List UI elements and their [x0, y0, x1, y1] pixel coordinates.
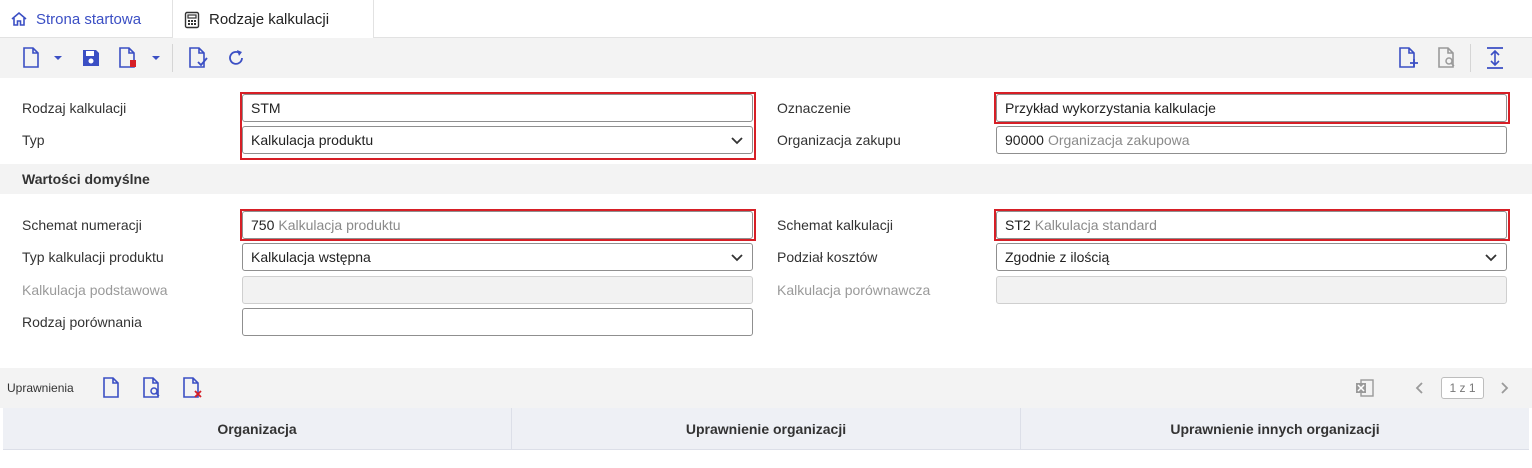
chevron-down-icon: [1485, 254, 1497, 262]
column-header-uprawnienie-organizacji[interactable]: Uprawnienie organizacji: [512, 408, 1021, 449]
add-document-icon: [1399, 47, 1418, 68]
home-icon: [11, 11, 27, 26]
column-header-organizacja[interactable]: Organizacja: [3, 408, 512, 449]
delete-document-icon: [183, 377, 202, 398]
expand-vertical-icon: [1487, 47, 1503, 69]
typ-kalkulacji-produktu-value: Kalkulacja wstępna: [251, 249, 371, 265]
new-button[interactable]: [20, 46, 64, 70]
label-kalkulacja-porownawcza: Kalkulacja porównawcza: [777, 282, 931, 298]
column-header-uprawnienie-innych-organizacji[interactable]: Uprawnienie innych organizacji: [1021, 408, 1529, 449]
validate-button[interactable]: [186, 46, 210, 70]
permissions-toolbar: Uprawnienia 1 z 1: [0, 368, 1532, 408]
label-rodzaj-kalkulacji: Rodzaj kalkulacji: [22, 100, 127, 116]
delete-button[interactable]: [116, 46, 162, 70]
podzial-kosztow-value: Zgodnie z ilością: [1005, 249, 1110, 265]
export-excel-button[interactable]: [1354, 376, 1376, 400]
preview-document-button[interactable]: [1435, 46, 1459, 70]
permissions-title: Uprawnienia: [7, 381, 74, 395]
new-document-icon: [23, 47, 62, 68]
organizacja-zakupu-code: 90000: [1005, 132, 1044, 148]
tab-active-label: Rodzaje kalkulacji: [209, 11, 330, 28]
highlight-box-schemat-kalkulacji: [994, 209, 1510, 241]
toolbar-separator: [172, 44, 173, 72]
label-kalkulacja-podstawowa: Kalkulacja podstawowa: [22, 282, 168, 298]
validate-icon: [189, 47, 208, 68]
refresh-button[interactable]: [225, 46, 247, 70]
pager-prev-button[interactable]: [1412, 376, 1428, 400]
podzial-kosztow-select[interactable]: Zgodnie z ilością: [996, 243, 1507, 271]
new-document-icon: [103, 377, 119, 398]
label-schemat-kalkulacji: Schemat kalkulacji: [777, 217, 893, 233]
label-schemat-numeracji: Schemat numeracji: [22, 217, 142, 233]
preview-document-icon: [1438, 47, 1455, 68]
refresh-icon: [229, 50, 243, 65]
highlight-box-oznaczenie: [994, 92, 1510, 124]
permission-delete-button[interactable]: [180, 376, 204, 400]
chevron-right-icon: [1501, 382, 1509, 394]
tab-bar: Strona startowa Rodzaje kalkulacji: [0, 0, 1532, 39]
tab-home-label: Strona startowa: [36, 10, 142, 28]
label-podzial-kosztow: Podział kosztów: [777, 249, 878, 265]
tab-home[interactable]: Strona startowa: [10, 0, 141, 38]
highlight-box-rodzaj-typ: [240, 92, 756, 160]
chevron-left-icon: [1415, 382, 1423, 394]
save-icon: [83, 50, 99, 66]
kalkulacja-porownawcza-input: [996, 276, 1507, 304]
pager-next-button[interactable]: [1496, 376, 1512, 400]
tab-rodzaje-kalkulacji[interactable]: Rodzaje kalkulacji: [172, 0, 374, 39]
label-organizacja-zakupu: Organizacja zakupu: [777, 132, 901, 148]
delete-document-icon: [119, 47, 160, 68]
typ-kalkulacji-produktu-select[interactable]: Kalkulacja wstępna: [242, 243, 753, 271]
permission-preview-button[interactable]: [140, 376, 164, 400]
expand-button[interactable]: [1484, 46, 1506, 70]
save-button[interactable]: [80, 46, 102, 70]
organizacja-zakupu-input[interactable]: 90000 Organizacja zakupowa: [996, 126, 1507, 154]
permissions-grid-header: Organizacja Uprawnienie organizacji Upra…: [3, 408, 1529, 450]
label-typ: Typ: [22, 132, 45, 148]
excel-icon: [1356, 379, 1374, 397]
organizacja-zakupu-desc: Organizacja zakupowa: [1047, 132, 1190, 148]
pager-indicator: 1 z 1: [1441, 377, 1484, 399]
label-oznaczenie: Oznaczenie: [777, 100, 851, 116]
toolbar: [0, 38, 1532, 78]
permission-new-button[interactable]: [100, 376, 122, 400]
section-wartosci-domyslne: Wartości domyślne: [0, 164, 1532, 194]
kalkulacja-podstawowa-input: [242, 276, 753, 304]
label-rodzaj-porownania: Rodzaj porównania: [22, 314, 142, 330]
highlight-box-schemat-numeracji: [240, 209, 756, 241]
label-typ-kalkulacji-produktu: Typ kalkulacji produktu: [22, 249, 164, 265]
rodzaj-porownania-input[interactable]: [242, 308, 753, 336]
chevron-down-icon: [731, 254, 743, 262]
toolbar-separator-right: [1470, 44, 1471, 72]
calculator-icon: [184, 11, 200, 28]
add-document-button[interactable]: [1396, 46, 1420, 70]
preview-document-icon: [143, 377, 160, 398]
